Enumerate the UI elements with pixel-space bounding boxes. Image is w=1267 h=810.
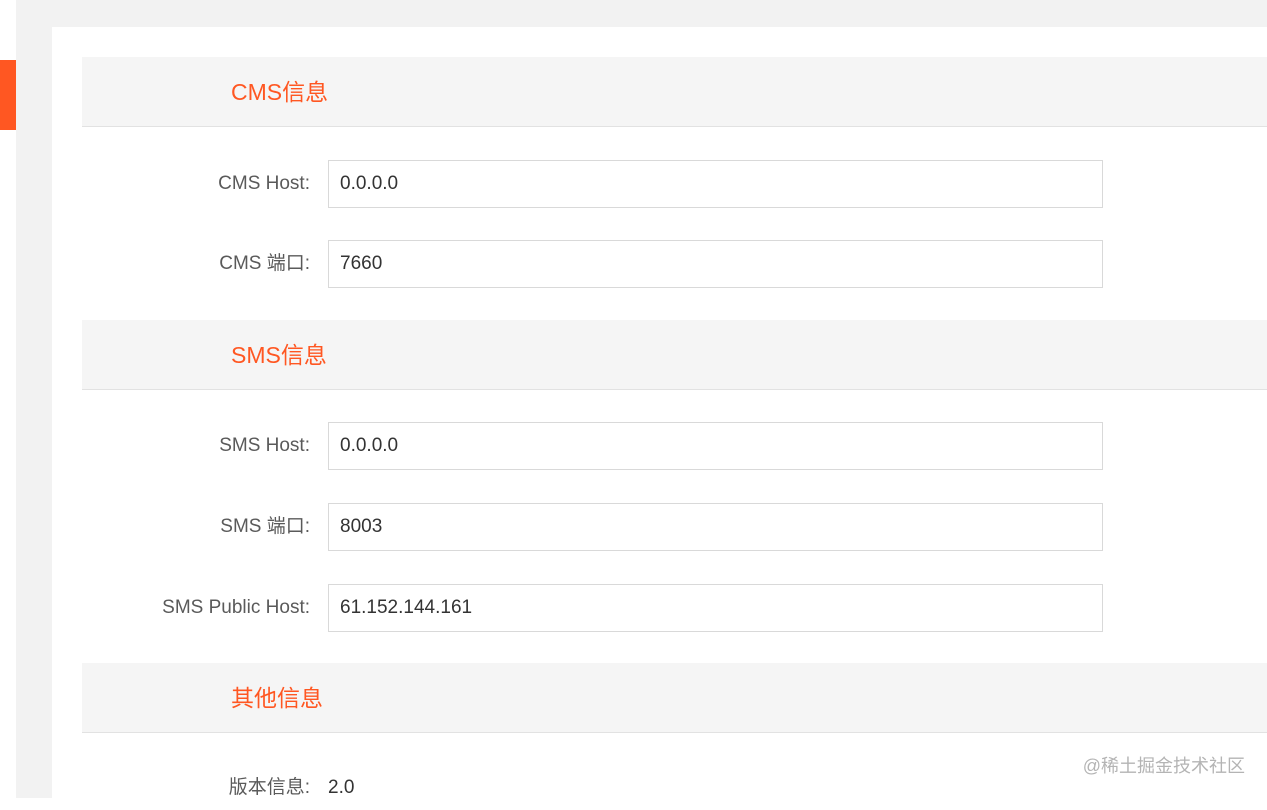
left-sidebar	[0, 0, 16, 798]
version-value: 2.0	[328, 777, 355, 798]
sms-section-header: SMS信息	[82, 320, 1267, 390]
active-nav-indicator	[0, 60, 16, 130]
sms-host-label: SMS Host:	[219, 435, 310, 456]
sms-port-label: SMS 端口:	[220, 516, 310, 537]
sms-host-input[interactable]	[328, 422, 1103, 470]
cms-section-header: CMS信息	[82, 57, 1267, 127]
sms-port-input[interactable]	[328, 503, 1103, 551]
cms-port-label: CMS 端口:	[219, 253, 310, 274]
sms-public-host-label: SMS Public Host:	[162, 597, 310, 618]
version-label: 版本信息:	[228, 777, 310, 798]
sms-section-title: SMS信息	[231, 342, 327, 368]
cms-port-input[interactable]	[328, 240, 1103, 288]
cms-section-title: CMS信息	[231, 79, 329, 105]
other-section-title: 其他信息	[231, 685, 323, 711]
cms-host-label: CMS Host:	[218, 173, 310, 194]
sms-public-host-input[interactable]	[328, 584, 1103, 632]
watermark: @稀土掘金技术社区	[1082, 756, 1245, 776]
cms-host-input[interactable]	[328, 160, 1103, 208]
other-section-header: 其他信息	[82, 663, 1267, 733]
